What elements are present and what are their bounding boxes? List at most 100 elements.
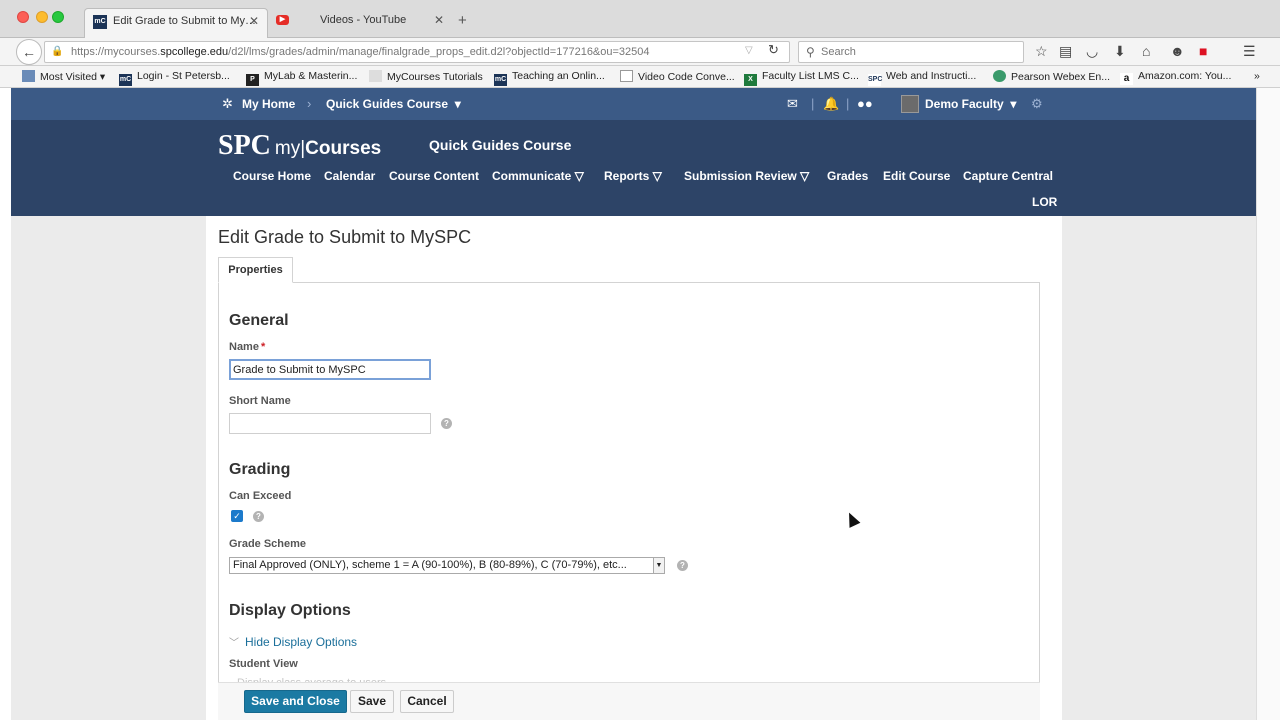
properties-form: General Name* Short Name ? Grading Can E… bbox=[218, 282, 1040, 720]
amazon-icon: a bbox=[1120, 73, 1133, 85]
url-text: https://mycourses.spcollege.edu/d2l/lms/… bbox=[71, 46, 650, 58]
hide-display-options-link[interactable]: ﹀ Hide Display Options bbox=[229, 634, 357, 649]
reading-list-icon[interactable]: ▤ bbox=[1059, 43, 1072, 60]
cancel-button[interactable]: Cancel bbox=[400, 690, 454, 713]
browser-tab-active[interactable]: mC Edit Grade to Submit to My… ✕ bbox=[84, 8, 268, 38]
name-input[interactable] bbox=[229, 359, 431, 380]
reload-icon[interactable]: ↻ bbox=[768, 42, 779, 58]
bookmark-item[interactable]: X Faculty List LMS C... bbox=[744, 70, 859, 86]
nav-calendar[interactable]: Calendar bbox=[324, 169, 375, 183]
window-zoom-button[interactable] bbox=[52, 11, 64, 23]
nav-reports[interactable]: Reports ▽ bbox=[604, 169, 662, 183]
bookmark-item[interactable]: a Amazon.com: You... bbox=[1120, 70, 1231, 85]
save-and-close-button[interactable]: Save and Close bbox=[244, 690, 347, 713]
excel-icon: X bbox=[744, 74, 757, 86]
nav-edit-course[interactable]: Edit Course bbox=[883, 169, 950, 183]
url-dropdown-icon[interactable]: ▽ bbox=[745, 45, 753, 56]
close-tab-icon[interactable]: ✕ bbox=[434, 13, 444, 27]
course-title[interactable]: Quick Guides Course bbox=[429, 137, 571, 153]
bookmark-item[interactable]: MyCourses Tutorials bbox=[369, 70, 483, 83]
extension-icon[interactable]: ■ bbox=[1199, 43, 1207, 59]
required-icon: * bbox=[260, 341, 266, 353]
page-icon bbox=[369, 70, 382, 82]
bookmark-item[interactable]: Most Visited ▾ bbox=[22, 70, 105, 83]
nav-course-content[interactable]: Course Content bbox=[389, 169, 479, 183]
page-viewport: ✲ My Home › Quick Guides Course ▾ ✉ | 🔔 … bbox=[11, 88, 1256, 720]
tab-properties[interactable]: Properties bbox=[218, 257, 293, 283]
nav-submission-review[interactable]: Submission Review ▽ bbox=[684, 169, 809, 183]
grade-scheme-select[interactable]: Final Approved (ONLY), scheme 1 = A (90-… bbox=[229, 557, 665, 574]
new-tab-icon[interactable]: + bbox=[458, 12, 467, 29]
avatar[interactable] bbox=[901, 95, 919, 113]
nav-grades[interactable]: Grades bbox=[827, 169, 868, 183]
page-title: Edit Grade to Submit to MySPC bbox=[218, 227, 472, 247]
course-selector[interactable]: Quick Guides Course ▾ bbox=[326, 97, 461, 111]
nav-capture-central[interactable]: Capture Central bbox=[963, 169, 1053, 183]
webex-icon bbox=[993, 70, 1006, 82]
short-name-input[interactable] bbox=[229, 413, 431, 434]
window-close-button[interactable] bbox=[17, 11, 29, 23]
bookmark-star-icon[interactable]: ☆ bbox=[1035, 43, 1048, 60]
back-button[interactable]: ← bbox=[16, 39, 42, 65]
bookmarks-overflow-icon[interactable]: » bbox=[1254, 70, 1260, 82]
nav-lor[interactable]: LOR bbox=[1032, 195, 1057, 209]
menu-icon[interactable]: ☰ bbox=[1243, 43, 1256, 60]
gear-icon[interactable]: ⚙ bbox=[1031, 96, 1043, 112]
grading-heading: Grading bbox=[229, 461, 291, 478]
user-menu[interactable]: Demo Faculty ▾ bbox=[925, 97, 1016, 111]
subscription-alerts-icon[interactable]: 🔔 bbox=[823, 96, 839, 112]
can-exceed-label: Can Exceed bbox=[229, 490, 292, 502]
close-tab-icon[interactable]: ✕ bbox=[249, 14, 259, 28]
can-exceed-checkbox[interactable]: ✓ bbox=[231, 510, 243, 522]
browser-nav-bar: ← 🔒 https://mycourses.spcollege.edu/d2l/… bbox=[0, 38, 1280, 66]
browser-search-input[interactable]: ⚲ Search bbox=[798, 41, 1024, 63]
youtube-favicon-icon: ▶ bbox=[276, 15, 289, 25]
downloads-icon[interactable]: ⬇ bbox=[1114, 43, 1126, 60]
divider: | bbox=[811, 96, 815, 111]
help-icon[interactable]: ? bbox=[441, 418, 452, 429]
help-icon[interactable]: ? bbox=[677, 560, 688, 571]
display-options-heading: Display Options bbox=[229, 602, 351, 619]
update-alerts-icon[interactable]: ●● bbox=[857, 96, 873, 111]
home-icon[interactable]: ⌂ bbox=[1142, 43, 1150, 59]
bookmarks-bar: Most Visited ▾ mC Login - St Petersb... P… bbox=[0, 66, 1280, 88]
short-name-label: Short Name bbox=[229, 395, 291, 407]
grade-scheme-label: Grade Scheme bbox=[229, 538, 307, 550]
page-scrollbar[interactable] bbox=[1256, 88, 1280, 720]
spc-mycourses-logo[interactable]: SPC my|Courses bbox=[218, 130, 381, 162]
bookmark-item[interactable]: mC Teaching an Onlin... bbox=[494, 70, 605, 86]
folder-icon bbox=[22, 70, 35, 82]
chevron-right-icon: › bbox=[307, 96, 312, 111]
my-home-link[interactable]: My Home bbox=[242, 97, 295, 111]
url-bar[interactable]: 🔒 https://mycourses.spcollege.edu/d2l/lm… bbox=[44, 41, 790, 63]
general-heading: General bbox=[229, 312, 289, 329]
org-icon: ✲ bbox=[222, 96, 233, 111]
chevron-down-icon: ▼ bbox=[653, 558, 664, 573]
edit-grade-panel: Edit Grade to Submit to MySPC Properties… bbox=[206, 216, 1062, 720]
bookmark-item[interactable]: Video Code Conve... bbox=[620, 70, 735, 83]
nav-course-home[interactable]: Course Home bbox=[233, 169, 311, 183]
bookmark-item[interactable]: SPC Web and Instructi... bbox=[868, 70, 976, 86]
pocket-icon[interactable]: ◡ bbox=[1086, 43, 1098, 60]
search-placeholder: Search bbox=[821, 46, 856, 58]
page-icon bbox=[620, 70, 633, 82]
nav-communicate[interactable]: Communicate ▽ bbox=[492, 169, 584, 183]
window-minimize-button[interactable] bbox=[36, 11, 48, 23]
help-icon[interactable]: ? bbox=[253, 511, 264, 522]
grade-scheme-value: Final Approved (ONLY), scheme 1 = A (90-… bbox=[233, 559, 627, 571]
browser-tab-youtube[interactable]: ▶ Videos - YouTube ✕ bbox=[272, 8, 452, 38]
bookmark-item[interactable]: mC Login - St Petersb... bbox=[119, 70, 230, 86]
d2l-favicon-icon: mC bbox=[494, 74, 507, 86]
chat-icon[interactable]: ☻ bbox=[1170, 43, 1185, 59]
pearson-icon: P bbox=[246, 74, 259, 86]
bookmark-item[interactable]: Pearson Webex En... bbox=[993, 70, 1110, 83]
bookmark-item[interactable]: P MyLab & Masterin... bbox=[246, 70, 357, 86]
divider: | bbox=[846, 96, 850, 111]
tab-title: Edit Grade to Submit to My… bbox=[113, 15, 257, 27]
minibar: ✲ My Home › Quick Guides Course ▾ ✉ | 🔔 … bbox=[11, 88, 1256, 120]
search-icon: ⚲ bbox=[806, 45, 815, 59]
floating-button-bar: Save and Close Save Cancel bbox=[218, 682, 1040, 720]
lock-icon: 🔒 bbox=[51, 46, 64, 57]
message-alerts-icon[interactable]: ✉ bbox=[787, 96, 798, 112]
save-button[interactable]: Save bbox=[350, 690, 394, 713]
